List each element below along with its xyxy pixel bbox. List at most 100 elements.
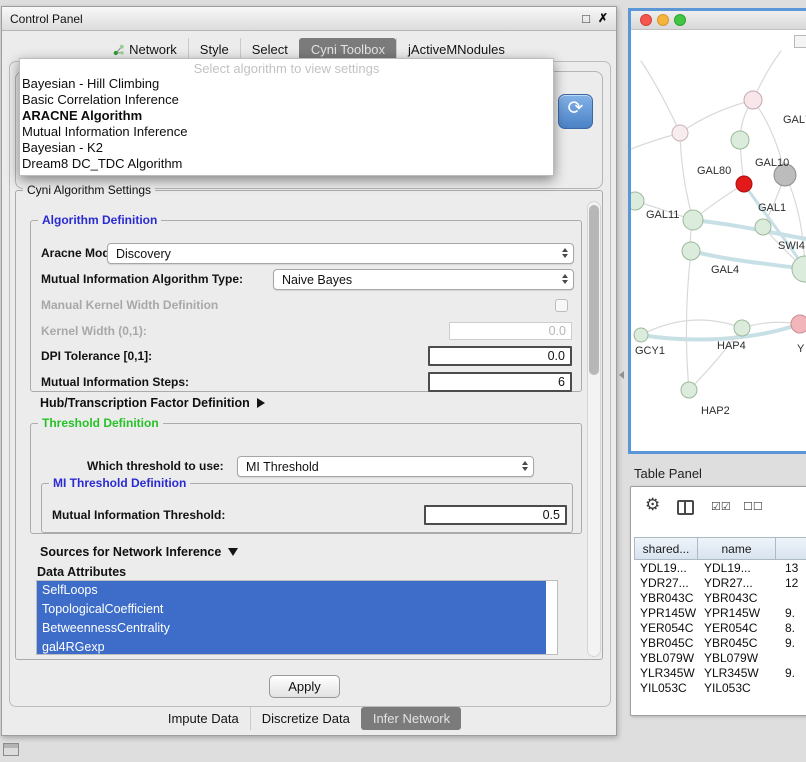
- table-cell: YDR27...: [698, 576, 776, 590]
- settings-group-legend: Cyni Algorithm Settings: [23, 183, 155, 197]
- column-header[interactable]: shared...: [634, 537, 698, 560]
- node-label: GAL7: [783, 114, 806, 126]
- network-edge: [691, 251, 805, 269]
- network-edge: [680, 100, 753, 133]
- table-row[interactable]: YBR043CYBR043C: [634, 590, 806, 605]
- control-panel-titlebar[interactable]: Control Panel □ ✗: [2, 7, 616, 31]
- data-attributes-list[interactable]: SelfLoopsTopologicalCoefficientBetweenne…: [36, 580, 558, 655]
- network-canvas[interactable]: GAL7GAL80GAL10GAL11GAL1SWI4GAL4GCY1HAP4H…: [631, 11, 806, 451]
- network-node[interactable]: [634, 328, 648, 342]
- table-row[interactable]: YBR045CYBR045C9.: [634, 635, 806, 650]
- minimize-traffic-light-icon[interactable]: [657, 14, 669, 26]
- mi-threshold-label: Mutual Information Threshold:: [52, 508, 225, 522]
- network-node[interactable]: [631, 192, 644, 210]
- node-label: GAL11: [646, 209, 679, 221]
- bottom-tab-impute-data[interactable]: Impute Data: [157, 707, 250, 730]
- refresh-algorithms-button[interactable]: ⟳: [558, 94, 593, 129]
- algorithm-option[interactable]: Basic Correlation Inference: [20, 92, 553, 108]
- settings-scrollbar[interactable]: [587, 201, 601, 657]
- algorithm-option[interactable]: Bayesian - Hill Climbing: [20, 76, 553, 92]
- columns-icon[interactable]: [677, 500, 694, 515]
- table-cell: YLR345W: [698, 666, 776, 680]
- attribute-item[interactable]: BetweennessCentrality: [37, 619, 546, 638]
- close-window-icon[interactable]: ✗: [598, 11, 608, 25]
- network-node[interactable]: [683, 210, 703, 230]
- algorithm-option[interactable]: Mutual Information Inference: [20, 124, 553, 140]
- table-cell: YBL079W: [634, 651, 698, 665]
- algorithm-definition-legend: Algorithm Definition: [38, 213, 161, 227]
- manual-kernel-label: Manual Kernel Width Definition: [41, 298, 218, 312]
- select-all-icon[interactable]: ☑☑: [711, 500, 731, 513]
- network-node[interactable]: [736, 176, 752, 192]
- network-node[interactable]: [731, 131, 749, 149]
- which-threshold-value: MI Threshold: [246, 460, 319, 474]
- close-traffic-light-icon[interactable]: [640, 14, 652, 26]
- network-node[interactable]: [744, 91, 762, 109]
- column-header[interactable]: [776, 537, 806, 560]
- network-window-titlebar[interactable]: [631, 11, 806, 30]
- dropdown-arrows-icon: [562, 274, 568, 284]
- algorithm-option[interactable]: Dream8 DC_TDC Algorithm: [20, 156, 553, 172]
- table-cell: YER054C: [698, 621, 776, 635]
- algorithm-dropdown-popup: Select algorithm to view settings Bayesi…: [19, 58, 554, 176]
- network-node[interactable]: [681, 382, 697, 398]
- table-row[interactable]: YIL053CYIL053C: [634, 680, 806, 695]
- attribute-item[interactable]: gal4RGexp: [37, 638, 546, 655]
- kernel-width-input[interactable]: 0.0: [449, 322, 572, 340]
- network-node[interactable]: [682, 242, 700, 260]
- dpi-tolerance-input[interactable]: 0.0: [428, 346, 572, 366]
- table-row[interactable]: YDR27...YDR27...12: [634, 575, 806, 590]
- dpi-tolerance-label: DPI Tolerance [0,1]:: [41, 349, 152, 363]
- collapsed-arrow-icon: [257, 398, 265, 408]
- mi-steps-input[interactable]: 6: [428, 372, 572, 392]
- tab-label: Cyni Toolbox: [311, 42, 385, 57]
- attribute-item[interactable]: TopologicalCoefficient: [37, 600, 546, 619]
- network-node[interactable]: [792, 256, 806, 282]
- aracne-mode-select[interactable]: Discovery: [107, 243, 574, 264]
- scrollbar-thumb[interactable]: [589, 205, 599, 375]
- hub-factor-label: Hub/Transcription Factor Definition: [40, 396, 250, 410]
- deselect-all-icon[interactable]: ☐☐: [743, 500, 763, 513]
- mi-threshold-definition-group: MI Threshold Definition Mutual Informati…: [41, 483, 573, 533]
- which-threshold-select[interactable]: MI Threshold: [237, 456, 534, 477]
- float-window-icon[interactable]: □: [582, 11, 590, 26]
- algorithm-definition-group: Algorithm Definition Aracne Mode: Discov…: [30, 220, 582, 392]
- algorithm-option[interactable]: ARACNE Algorithm: [20, 108, 553, 124]
- bottom-tab-infer-network[interactable]: Infer Network: [361, 707, 461, 730]
- minimized-panel-icon[interactable]: [3, 743, 19, 756]
- network-node[interactable]: [755, 219, 771, 235]
- tab-label: Discretize Data: [262, 711, 350, 726]
- apply-button[interactable]: Apply: [269, 675, 340, 698]
- table-row[interactable]: YLR345WYLR345W9.: [634, 665, 806, 680]
- algorithm-option[interactable]: Bayesian - K2: [20, 140, 553, 156]
- bottom-tab-discretize-data[interactable]: Discretize Data: [250, 707, 361, 730]
- network-node[interactable]: [734, 320, 750, 336]
- window-title: Control Panel: [10, 12, 83, 26]
- table-header-row: shared...name: [634, 537, 806, 560]
- network-node[interactable]: [791, 315, 806, 333]
- manual-kernel-checkbox[interactable]: [555, 299, 568, 312]
- column-header[interactable]: name: [698, 537, 776, 560]
- panel-splitter-handle[interactable]: [618, 360, 626, 392]
- table-cell: YBR045C: [698, 636, 776, 650]
- mi-algorithm-type-value: Naive Bayes: [282, 273, 352, 287]
- table-row[interactable]: YDL19...YDL19...13: [634, 560, 806, 575]
- algorithm-dropdown-list: Bayesian - Hill ClimbingBasic Correlatio…: [20, 76, 553, 172]
- zoom-traffic-light-icon[interactable]: [674, 14, 686, 26]
- network-edge: [641, 61, 680, 133]
- network-node[interactable]: [672, 125, 688, 141]
- hub-factor-section-toggle[interactable]: Hub/Transcription Factor Definition: [40, 396, 265, 410]
- table-cell: YIL053C: [698, 681, 776, 695]
- table-row[interactable]: YBL079WYBL079W: [634, 650, 806, 665]
- network-edge: [641, 324, 800, 340]
- gear-icon[interactable]: ⚙: [645, 495, 660, 515]
- mi-threshold-input[interactable]: 0.5: [424, 505, 567, 525]
- attribute-item[interactable]: SelfLoops: [37, 581, 546, 600]
- node-label: GAL10: [755, 157, 789, 169]
- tab-label: Style: [200, 42, 229, 57]
- table-row[interactable]: YPR145WYPR145W9.: [634, 605, 806, 620]
- mi-algorithm-type-select[interactable]: Naive Bayes: [273, 269, 574, 290]
- table-row[interactable]: YER054CYER054C8.: [634, 620, 806, 635]
- sources-section-toggle[interactable]: Sources for Network Inference: [40, 545, 238, 559]
- tab-label: jActiveMNodules: [408, 42, 505, 57]
